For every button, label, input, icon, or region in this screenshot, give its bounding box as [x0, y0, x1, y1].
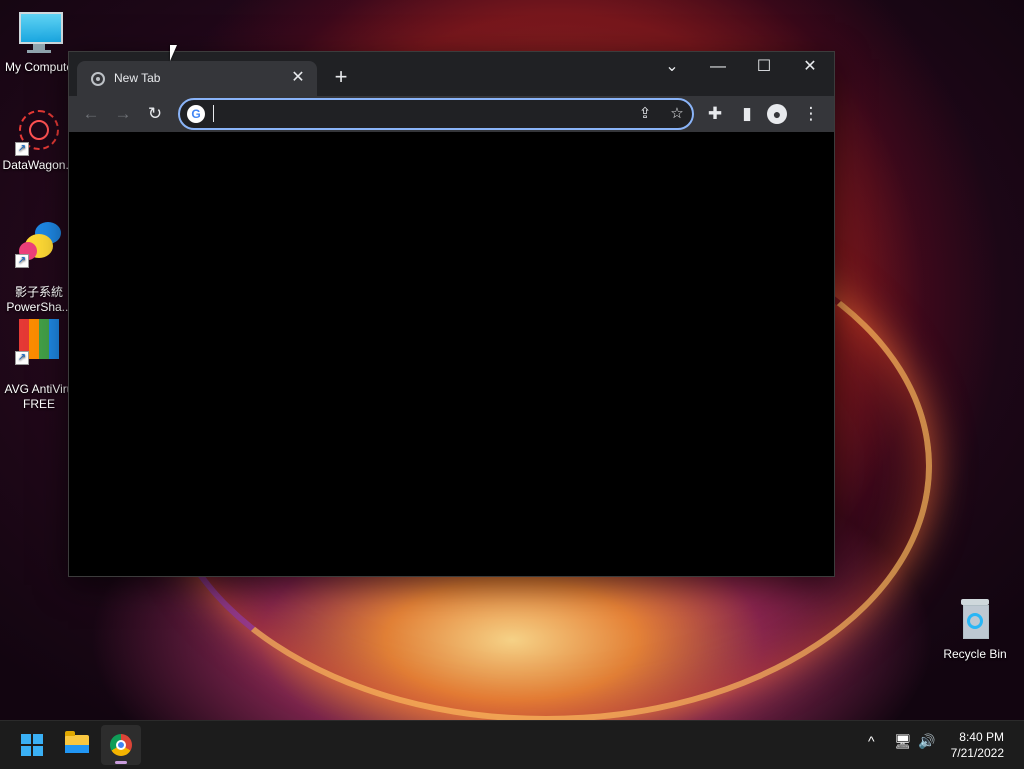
chrome-tab-icon	[91, 72, 105, 86]
desktop-icon-powershadow[interactable]: ↗ 影子系統 PowerSha...	[1, 205, 77, 315]
mouse-cursor-icon	[170, 45, 177, 61]
new-tab-button[interactable]: +	[329, 65, 353, 89]
desktop-icon-my-computer[interactable]: My Compute	[1, 10, 77, 75]
minimize-button[interactable]: —	[695, 52, 741, 82]
folder-icon	[65, 731, 89, 753]
desktop-icon-label: My Compute	[4, 60, 74, 74]
chrome-taskbar-button[interactable]	[101, 725, 141, 765]
bookmark-star-icon[interactable]: ☆	[666, 103, 688, 125]
desktop-icon-label: AVG AntiViru FREE	[4, 382, 74, 411]
tray-chevron-icon[interactable]: ^	[868, 733, 875, 749]
tab-title: New Tab	[114, 71, 161, 85]
desktop-icon-label: Recycle Bin	[943, 647, 1007, 661]
desktop-icon-recycle-bin[interactable]: Recycle Bin	[937, 597, 1013, 662]
menu-icon[interactable]: ⋮	[799, 102, 823, 126]
active-indicator	[115, 761, 127, 764]
windows-logo-icon	[21, 734, 43, 756]
forward-button[interactable]: →	[111, 102, 135, 126]
avg-icon: ↗	[15, 317, 63, 365]
extensions-icon[interactable]: ✚	[703, 102, 727, 126]
page-content[interactable]	[69, 132, 834, 576]
url-input[interactable]	[212, 104, 626, 126]
clock-time: 8:40 PM	[959, 730, 1004, 744]
volume-icon[interactable]: 🔊	[918, 733, 935, 750]
address-bar[interactable]: G ⇪ ☆	[178, 98, 694, 130]
share-icon[interactable]: ⇪	[634, 103, 656, 125]
network-icon[interactable]: 🖥	[894, 733, 912, 750]
tab-search-dropdown-icon[interactable]: ⌄	[649, 52, 695, 82]
profile-icon[interactable]: ●	[767, 104, 787, 124]
shortcut-arrow-icon: ↗	[15, 351, 29, 365]
maximize-button[interactable]: ☐	[741, 52, 787, 82]
back-button[interactable]: ←	[79, 102, 103, 126]
clock-date: 7/21/2022	[950, 746, 1004, 760]
recycle-bin-icon	[951, 597, 999, 645]
browser-titlebar[interactable]: New Tab ✕ + ⌄ — ☐ ✕	[69, 52, 834, 96]
tab-close-icon[interactable]: ✕	[289, 69, 307, 87]
desktop-icon-datawagon[interactable]: ↗ DataWagon...	[1, 108, 77, 173]
start-button[interactable]	[12, 725, 52, 765]
datawagon-icon: ↗	[15, 108, 63, 156]
desktop-icon-label: DataWagon...	[2, 158, 76, 172]
powershadow-icon: ↗	[15, 220, 63, 268]
shortcut-arrow-icon: ↗	[15, 254, 29, 268]
reload-button[interactable]: ↻	[143, 102, 167, 126]
text-caret	[213, 105, 214, 122]
chrome-icon	[110, 734, 132, 756]
close-window-button[interactable]: ✕	[787, 52, 833, 82]
google-icon: G	[187, 105, 205, 123]
browser-window[interactable]: New Tab ✕ + ⌄ — ☐ ✕ ← → ↻ G ⇪ ☆ ✚ ▮ ● ⋮	[68, 51, 835, 577]
shortcut-arrow-icon: ↗	[15, 142, 29, 156]
system-clock[interactable]: 8:40 PM 7/21/2022	[951, 729, 1004, 761]
desktop-icon-avg[interactable]: ↗ AVG AntiViru FREE	[1, 302, 77, 412]
tab-new-tab[interactable]: New Tab ✕	[77, 61, 317, 96]
file-explorer-button[interactable]	[57, 725, 97, 765]
taskbar: ^ 🖥 🔊 8:40 PM 7/21/2022	[0, 720, 1024, 769]
side-panel-icon[interactable]: ▮	[735, 102, 759, 126]
browser-toolbar: ← → ↻ G ⇪ ☆ ✚ ▮ ● ⋮	[69, 96, 834, 132]
monitor-icon	[15, 10, 63, 58]
